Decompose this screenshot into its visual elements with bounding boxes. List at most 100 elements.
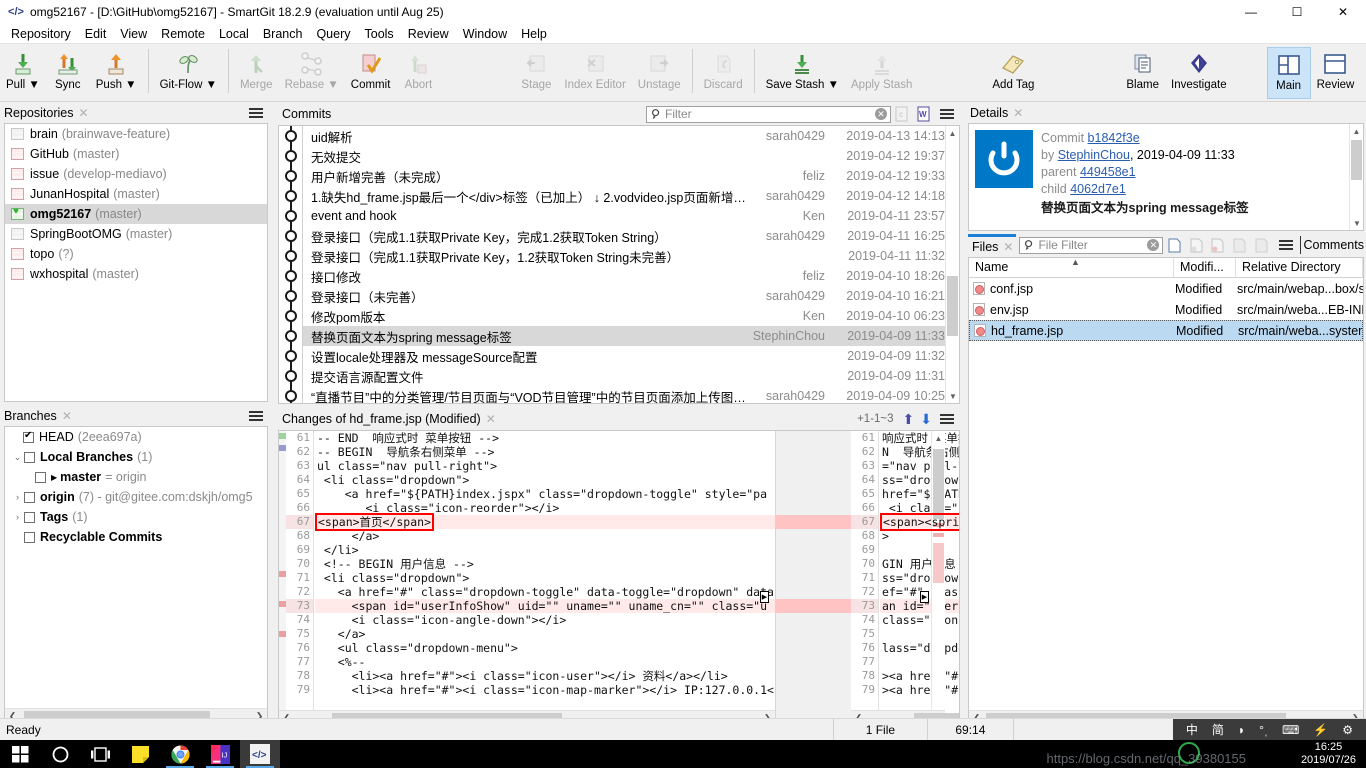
maximize-button[interactable]: ☐ bbox=[1274, 0, 1320, 24]
branch-item-tags[interactable]: › Tags (1) bbox=[5, 507, 267, 527]
toolbar-investigate-button[interactable]: Investigate bbox=[1165, 47, 1233, 99]
ime-keyboard-icon[interactable]: ⌨ bbox=[1275, 723, 1306, 737]
repo-item-omg52167[interactable]: omg52167 (master) bbox=[5, 204, 267, 224]
tab-files[interactable]: Files ✕ bbox=[968, 234, 1017, 256]
commits-vscrollbar[interactable]: ▲ ▼ bbox=[945, 126, 959, 403]
commits-list[interactable]: uid解析 sarah0429 2019-04-13 14:13 无效提交 20… bbox=[278, 125, 960, 404]
toolbar-gitflow-button[interactable]: Git-Flow ▼ bbox=[154, 47, 223, 99]
repo-item-topo[interactable]: topo (?) bbox=[5, 244, 267, 264]
menu-view[interactable]: View bbox=[113, 24, 154, 44]
parent-hash-link[interactable]: 449458e1 bbox=[1080, 165, 1136, 179]
toolbar-merge-button[interactable]: Merge bbox=[234, 47, 279, 99]
repo-item-issue[interactable]: issue (develop-mediavo) bbox=[5, 164, 267, 184]
chevron-right-icon[interactable]: › bbox=[11, 492, 24, 502]
toolbar-unstage-button[interactable]: Unstage bbox=[632, 47, 687, 99]
toolbar-index-editor-button[interactable]: Index Editor bbox=[558, 47, 631, 99]
toolbar-push-button[interactable]: Push ▼ bbox=[90, 47, 143, 99]
branch-item-recyclable-commits[interactable]: Recyclable Commits bbox=[5, 527, 267, 547]
intellij-idea-icon[interactable]: IJ bbox=[200, 740, 240, 768]
cortana-search-icon[interactable] bbox=[40, 740, 80, 768]
toolbar-pull-button[interactable]: Pull ▼ bbox=[0, 47, 46, 99]
details-vscrollbar[interactable]: ▲ ▼ bbox=[1349, 124, 1363, 230]
ime-moon-icon[interactable]: ◗ bbox=[1231, 723, 1252, 737]
scroll-up-icon[interactable]: ▲ bbox=[1350, 124, 1363, 138]
show-modified-files-icon[interactable] bbox=[1185, 238, 1207, 253]
toolbar-rebase-button[interactable]: Rebase ▼ bbox=[279, 47, 345, 99]
table-row[interactable]: 登录接口（完成1.1获取Private Key，完成1.2获取Token Str… bbox=[303, 226, 945, 246]
column-header-relative-directory[interactable]: Relative Directory bbox=[1236, 258, 1363, 277]
checkbox[interactable] bbox=[24, 531, 35, 543]
commits-menu-icon[interactable] bbox=[935, 107, 960, 122]
branches-tree[interactable]: HEAD (2eea697a) ⌄ Local Branches (1) ▶ m… bbox=[4, 426, 268, 724]
commit-hash-link[interactable]: b1842f3e bbox=[1088, 131, 1140, 145]
table-row[interactable]: env.jsp Modified src/main/weba...EB-INF bbox=[969, 299, 1363, 320]
checkbox[interactable] bbox=[23, 430, 34, 443]
repositories-list[interactable]: brain (brainwave-feature) GitHub (master… bbox=[4, 123, 268, 402]
menu-repository[interactable]: Repository bbox=[4, 24, 78, 44]
ime-punctuation-icon[interactable]: °ˌ bbox=[1252, 723, 1275, 737]
table-row-selected[interactable]: 替换页面文本为spring message标签 StephinChou 2019… bbox=[303, 326, 945, 346]
table-row[interactable]: 用户新增完善（未完成） feliz 2019-04-12 19:33 bbox=[303, 166, 945, 186]
diff-menu-icon[interactable] bbox=[935, 412, 960, 427]
scroll-up-icon[interactable]: ▲ bbox=[932, 431, 945, 445]
menu-review[interactable]: Review bbox=[401, 24, 456, 44]
previous-change-icon[interactable]: ⬆ bbox=[903, 411, 915, 428]
copy-to-clipboard-icon[interactable]: c bbox=[891, 106, 913, 122]
windows-start-icon[interactable] bbox=[0, 740, 40, 768]
ime-settings-icon[interactable]: ⚙ bbox=[1335, 723, 1360, 737]
show-conflicts-icon[interactable] bbox=[1207, 238, 1229, 253]
table-row-selected[interactable]: hd_frame.jsp Modified src/main/weba...sy… bbox=[969, 320, 1363, 341]
commits-filter[interactable]: Filter ✕ bbox=[646, 105, 891, 123]
repo-item-github[interactable]: GitHub (master) bbox=[5, 144, 267, 164]
files-list[interactable]: Name ▲ Modifi... Relative Directory conf… bbox=[968, 257, 1364, 726]
repo-item-junanhospital[interactable]: JunanHospital (master) bbox=[5, 184, 267, 204]
scroll-thumb[interactable] bbox=[947, 276, 958, 336]
child-hash-link[interactable]: 4062d7e1 bbox=[1070, 182, 1126, 196]
commits-filter-input[interactable]: Filter bbox=[665, 107, 692, 121]
clear-filter-icon[interactable]: ✕ bbox=[1147, 239, 1160, 251]
table-row[interactable]: 登录接口（完成1.1获取Private Key，1.2获取Token Strin… bbox=[303, 246, 945, 266]
details-content[interactable]: Commit b1842f3e by StephinChou, 2019-04-… bbox=[968, 123, 1364, 231]
branches-menu-icon[interactable] bbox=[244, 409, 268, 424]
diff-right-code[interactable]: 响应式时 菜单按钮 --> N 导航条右侧菜单 --> ="nav pull-r… bbox=[880, 431, 959, 725]
branch-item-local-branches[interactable]: ⌄ Local Branches (1) bbox=[5, 447, 267, 467]
toolbar-save-stash-button[interactable]: Save Stash ▼ bbox=[760, 47, 845, 99]
chrome-icon[interactable] bbox=[160, 740, 200, 768]
branch-item-origin[interactable]: › origin (7) - git@gitee.com:dskjh/omg5 bbox=[5, 487, 267, 507]
toolbar-stage-button[interactable]: Stage bbox=[514, 47, 558, 99]
files-menu-icon[interactable] bbox=[1275, 238, 1297, 253]
scroll-thumb[interactable] bbox=[933, 449, 944, 519]
menu-tools[interactable]: Tools bbox=[358, 24, 401, 44]
table-row[interactable]: 接口修改 feliz 2019-04-10 18:26 bbox=[303, 266, 945, 286]
diff-right-vscrollbar[interactable]: ▲ ▼ bbox=[931, 431, 945, 725]
ime-simplified-icon[interactable]: 简 bbox=[1205, 721, 1231, 738]
repo-item-wxhospital[interactable]: wxhospital (master) bbox=[5, 264, 267, 284]
minimize-button[interactable]: — bbox=[1228, 0, 1274, 24]
files-filter-input[interactable]: File Filter bbox=[1038, 238, 1087, 252]
toolbar-sync-button[interactable]: Sync bbox=[46, 47, 90, 99]
table-row[interactable]: 登录接口（未完善） sarah0429 2019-04-10 16:21 bbox=[303, 286, 945, 306]
branch-item-head[interactable]: HEAD (2eea697a) bbox=[5, 427, 267, 447]
diff-left-code[interactable]: -- END 响应式时 菜单按钮 --> -- BEGIN 导航条右侧菜单 --… bbox=[315, 431, 775, 725]
files-close-icon[interactable]: ✕ bbox=[1003, 240, 1013, 254]
smartgit-icon[interactable]: </> bbox=[240, 740, 280, 768]
ime-chinese-icon[interactable]: 中 bbox=[1179, 721, 1205, 738]
scroll-up-icon[interactable]: ▲ bbox=[946, 126, 959, 140]
diff-right-pane[interactable]: 61 62 63 64 65 66 67 68 69 70 71 72 73 7… bbox=[851, 431, 959, 725]
menu-help[interactable]: Help bbox=[514, 24, 554, 44]
toolbar-main-layout-button[interactable]: Main bbox=[1266, 47, 1311, 99]
chevron-down-icon[interactable]: ⌄ bbox=[11, 452, 24, 463]
ime-tools-icon[interactable]: ⚡ bbox=[1306, 723, 1335, 737]
menu-remote[interactable]: Remote bbox=[154, 24, 212, 44]
table-row[interactable]: 无效提交 2019-04-12 19:37 bbox=[303, 146, 945, 166]
menu-branch[interactable]: Branch bbox=[256, 24, 310, 44]
diff-left-pane[interactable]: 61 62 63 64 65 66 67 68 69 70 71 72 73 7… bbox=[279, 431, 775, 725]
checkbox[interactable] bbox=[24, 511, 35, 523]
details-close-icon[interactable]: ✕ bbox=[1013, 106, 1023, 120]
table-row[interactable]: 1.缺失hd_frame.jsp最后一个</div>标签（已加上） ↓ 2.vo… bbox=[303, 186, 945, 206]
table-row[interactable]: 修改pom版本 Ken 2019-04-10 06:23 bbox=[303, 306, 945, 326]
repositories-menu-icon[interactable] bbox=[244, 106, 268, 121]
table-row[interactable]: conf.jsp Modified src/main/webap...box/s bbox=[969, 278, 1363, 299]
sticky-notes-icon[interactable] bbox=[120, 740, 160, 768]
repositories-close-icon[interactable]: ✕ bbox=[78, 106, 88, 120]
